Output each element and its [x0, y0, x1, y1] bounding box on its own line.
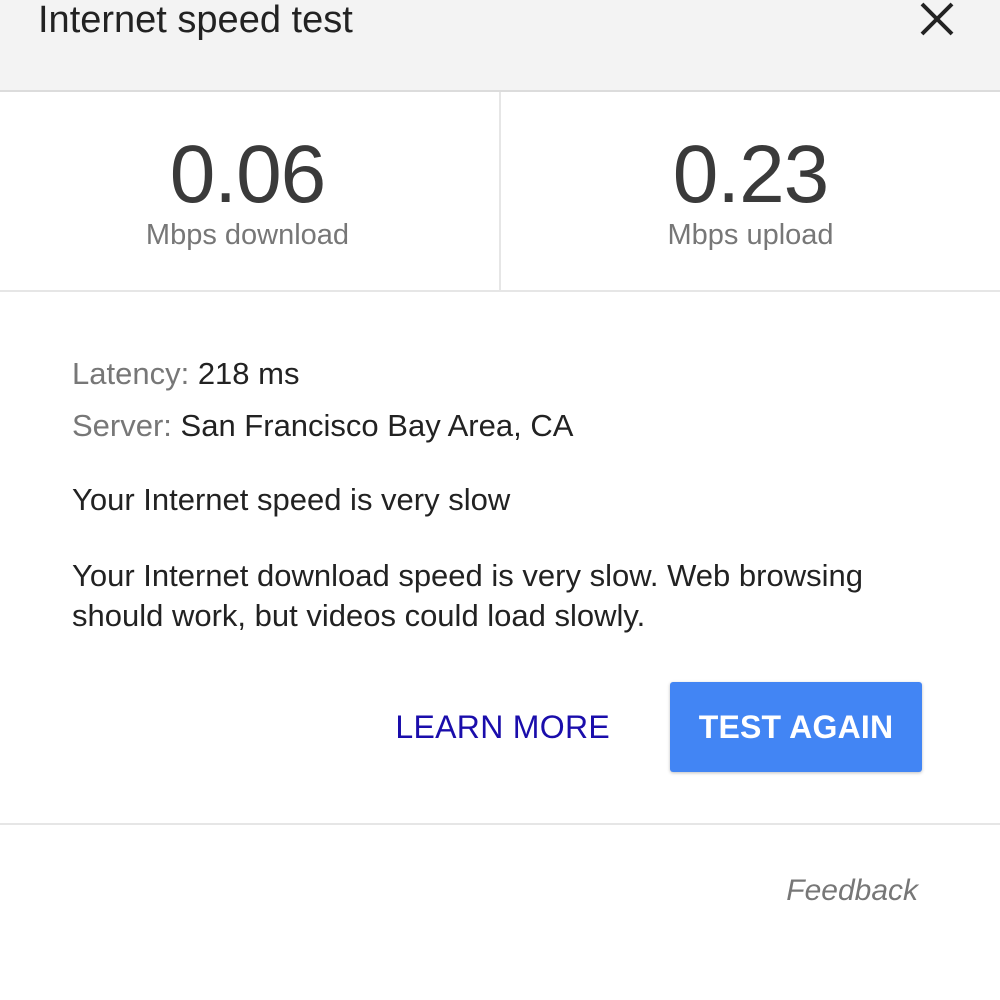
server-row: Server: San Francisco Bay Area, CA — [72, 400, 932, 452]
upload-result: 0.23 Mbps upload — [501, 92, 1000, 290]
close-icon — [920, 2, 954, 36]
footer-divider — [0, 823, 1000, 825]
upload-speed-label: Mbps upload — [667, 219, 834, 251]
test-again-button[interactable]: TEST AGAIN — [670, 682, 922, 772]
learn-more-link[interactable]: LEARN MORE — [395, 709, 610, 746]
latency-row: Latency: 218 ms — [72, 348, 932, 400]
speed-test-card: Internet speed test 0.06 Mbps download 0… — [0, 0, 1000, 1000]
speed-verdict: Your Internet speed is very slow — [72, 482, 511, 517]
card-header: Internet speed test — [0, 0, 1000, 92]
download-speed-label: Mbps download — [145, 219, 350, 251]
close-button[interactable] — [916, 0, 960, 38]
server-label: Server: — [72, 408, 172, 443]
upload-speed-value: 0.23 — [672, 129, 830, 220]
download-result: 0.06 Mbps download — [0, 92, 501, 290]
latency-label: Latency: — [72, 356, 190, 391]
speed-explanation: Your Internet download speed is very slo… — [72, 558, 863, 633]
page-title: Internet speed test — [38, 0, 353, 41]
action-row: LEARN MORE TEST AGAIN — [395, 682, 922, 772]
feedback-link[interactable]: Feedback — [786, 874, 918, 908]
test-details: Latency: 218 ms Server: San Francisco Ba… — [72, 348, 932, 636]
latency-value: 218 ms — [189, 356, 300, 391]
download-speed-value: 0.06 — [169, 129, 327, 220]
speed-results: 0.06 Mbps download 0.23 Mbps upload — [0, 92, 1000, 292]
server-value: San Francisco Bay Area, CA — [171, 408, 574, 443]
